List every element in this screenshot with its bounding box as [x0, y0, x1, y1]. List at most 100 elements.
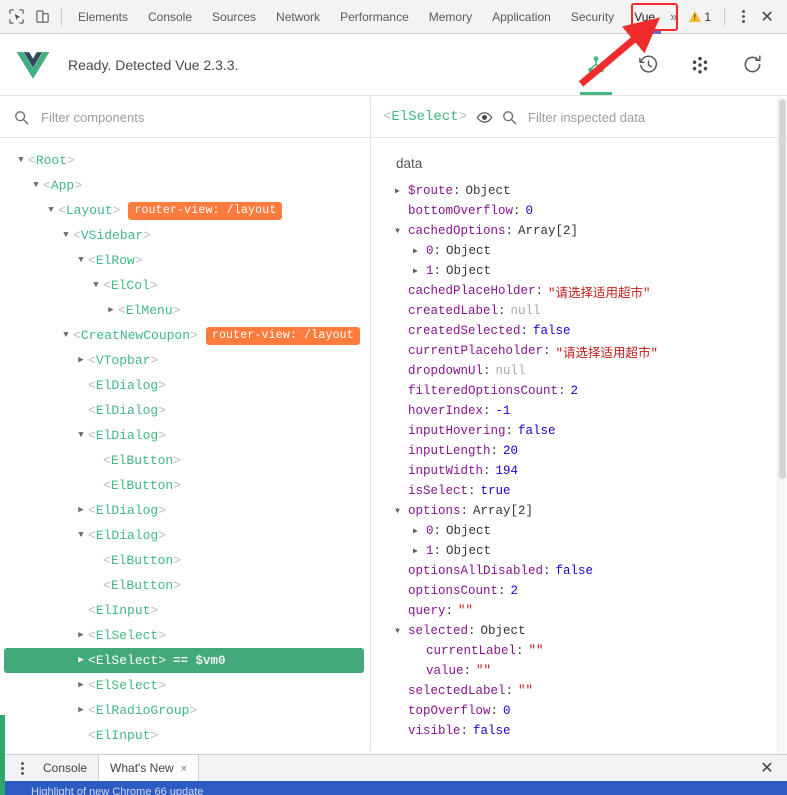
chevron-right-icon[interactable]: ▶ [74, 681, 88, 690]
chevron-down-icon[interactable]: ▼ [395, 227, 408, 236]
chevron-down-icon[interactable]: ▼ [74, 531, 88, 540]
chevron-right-icon[interactable]: ▶ [74, 656, 88, 665]
chevron-down-icon[interactable]: ▼ [395, 507, 408, 516]
data-value: 2 [510, 584, 519, 598]
tree-node-elselect[interactable]: ▶ <ElSelect> == $vm0 [4, 648, 364, 673]
data-value: "" [528, 644, 544, 658]
tree-node-elbutton[interactable]: ▶<ElButton> [0, 548, 370, 573]
data-row-options[interactable]: ▼ options: Array[2] [391, 501, 787, 521]
components-tab-icon[interactable] [580, 52, 612, 95]
chevron-down-icon[interactable]: ▼ [14, 156, 28, 165]
tree-node-layout[interactable]: ▼ <Layout> router-view: /layout [0, 198, 370, 223]
chevron-right-icon[interactable]: ▶ [413, 526, 426, 536]
tree-node-creatnewcoupon[interactable]: ▼ <CreatNewCoupon> router-view: /layout [0, 323, 370, 348]
tab-performance[interactable]: Performance [330, 0, 419, 34]
chevron-right-icon[interactable]: ▶ [74, 631, 88, 640]
data-row-0[interactable]: ▶ 0: Object [391, 241, 787, 261]
drawer-tab-console[interactable]: Console [32, 755, 98, 782]
tab-elements[interactable]: Elements [68, 0, 138, 34]
data-row-visible: ▶visible: false [391, 721, 787, 741]
tree-node-elbutton[interactable]: ▶<ElButton> [0, 473, 370, 498]
data-row-route[interactable]: ▶ $route: Object [391, 181, 787, 201]
data-row-1[interactable]: ▶ 1: Object [391, 541, 787, 561]
tab-memory[interactable]: Memory [419, 0, 482, 34]
eye-icon[interactable] [476, 109, 493, 126]
data-key: currentLabel [426, 644, 517, 658]
tree-node-elinput[interactable]: ▶<ElInput> [0, 723, 370, 748]
vue-devtools-window: Elements Console Sources Network Perform… [0, 0, 787, 795]
tree-node-eldialog[interactable]: ▶<ElDialog> [0, 498, 370, 523]
chevron-right-icon[interactable]: ▶ [395, 186, 408, 196]
tree-node-elselect[interactable]: ▶ <ElSelect> [0, 673, 370, 698]
data-value: 0 [525, 204, 534, 218]
chevron-right-icon: ▶ [395, 706, 408, 716]
tree-node-eldialog[interactable]: ▶<ElDialog> [0, 373, 370, 398]
chevron-down-icon[interactable]: ▼ [89, 281, 103, 290]
inspected-data-filter-input[interactable] [526, 108, 773, 126]
chevron-down-icon[interactable]: ▼ [74, 256, 88, 265]
tree-node-app[interactable]: ▼ <App> [0, 173, 370, 198]
tree-node-elrow[interactable]: ▼ <ElRow> [0, 248, 370, 273]
chevron-right-icon[interactable]: ▶ [74, 356, 88, 365]
tab-vue[interactable]: Vue [624, 0, 665, 34]
devtools-menu-icon[interactable] [733, 4, 753, 30]
data-row-selected[interactable]: ▼ selected: Object [391, 621, 787, 641]
data-colon: : [543, 344, 551, 358]
chevron-right-icon: ▶ [74, 406, 88, 415]
tree-node-elselect[interactable]: ▶ <ElSelect> [0, 623, 370, 648]
chevron-down-icon[interactable]: ▼ [29, 181, 43, 190]
inspector-scrollbar-thumb[interactable] [779, 99, 786, 479]
tab-console[interactable]: Console [138, 0, 202, 34]
tree-node-elradiogroup[interactable]: ▶<ElRadioGroup> [0, 698, 370, 723]
data-row-cachedOptions[interactable]: ▼ cachedOptions: Array[2] [391, 221, 787, 241]
inspector-scrollbar[interactable] [777, 97, 786, 755]
data-row-1[interactable]: ▶ 1: Object [391, 261, 787, 281]
data-row-isSelect: ▶isSelect: true [391, 481, 787, 501]
component-filter-input[interactable] [39, 108, 356, 126]
whats-new-banner[interactable]: Highlight of new Chrome 66 update [5, 781, 787, 795]
drawer-close-icon[interactable]: ✕ [755, 755, 779, 782]
tree-node-label: <VTopbar> [88, 353, 159, 368]
tree-node-elbutton[interactable]: ▶<ElButton> [0, 573, 370, 598]
chevron-down-icon[interactable]: ▼ [74, 431, 88, 440]
chevron-down-icon[interactable]: ▼ [59, 331, 73, 340]
warning-indicator[interactable]: 1 [684, 10, 716, 24]
chevron-right-icon[interactable]: ▶ [413, 266, 426, 276]
inspected-data-body: data ▶$route:Object▶bottomOverflow:0▼cac… [371, 138, 787, 755]
drawer-menu-icon[interactable] [12, 755, 32, 782]
chevron-right-icon[interactable]: ▶ [104, 306, 118, 315]
tab-sources[interactable]: Sources [202, 0, 266, 34]
tree-node-eldialog[interactable]: ▼ <ElDialog> [0, 523, 370, 548]
chevron-down-icon[interactable]: ▼ [44, 206, 58, 215]
vuex-history-icon[interactable] [635, 52, 661, 78]
tab-application[interactable]: Application [482, 0, 561, 34]
chevron-down-icon[interactable]: ▼ [395, 627, 408, 636]
refresh-icon[interactable] [739, 52, 765, 78]
inspect-element-icon[interactable] [4, 4, 29, 30]
chevron-right-icon[interactable]: ▶ [413, 246, 426, 256]
chevron-right-icon[interactable]: ▶ [74, 706, 88, 715]
tree-node-eldialog[interactable]: ▼ <ElDialog> [0, 423, 370, 448]
chevron-right-icon[interactable]: ▶ [74, 506, 88, 515]
tree-node-elmenu[interactable]: ▶ <ElMenu> [0, 298, 370, 323]
tree-node-elinput[interactable]: ▶<ElInput> [0, 598, 370, 623]
tree-node-vsidebar[interactable]: ▼ <VSidebar> [0, 223, 370, 248]
tab-security[interactable]: Security [561, 0, 624, 34]
tree-node-eldialog[interactable]: ▶<ElDialog> [0, 398, 370, 423]
more-tabs-icon[interactable]: » [665, 9, 682, 24]
device-toolbar-icon[interactable] [29, 4, 54, 30]
drawer-tab-whats-new[interactable]: What's New × [98, 754, 200, 782]
drawer-tab-close-icon[interactable]: × [181, 763, 187, 775]
events-icon[interactable] [687, 52, 713, 78]
data-row-0[interactable]: ▶ 0: Object [391, 521, 787, 541]
chevron-right-icon[interactable]: ▶ [413, 546, 426, 556]
tab-network[interactable]: Network [266, 0, 330, 34]
chevron-down-icon[interactable]: ▼ [59, 231, 73, 240]
tree-node-root[interactable]: ▼ <Root> [0, 148, 370, 173]
data-value: -1 [495, 404, 511, 418]
close-devtools-icon[interactable]: ✕ [755, 4, 779, 30]
warning-triangle-icon [689, 11, 702, 22]
tree-node-elcol[interactable]: ▼ <ElCol> [0, 273, 370, 298]
tree-node-elbutton[interactable]: ▶<ElButton> [0, 448, 370, 473]
tree-node-vtopbar[interactable]: ▶ <VTopbar> [0, 348, 370, 373]
